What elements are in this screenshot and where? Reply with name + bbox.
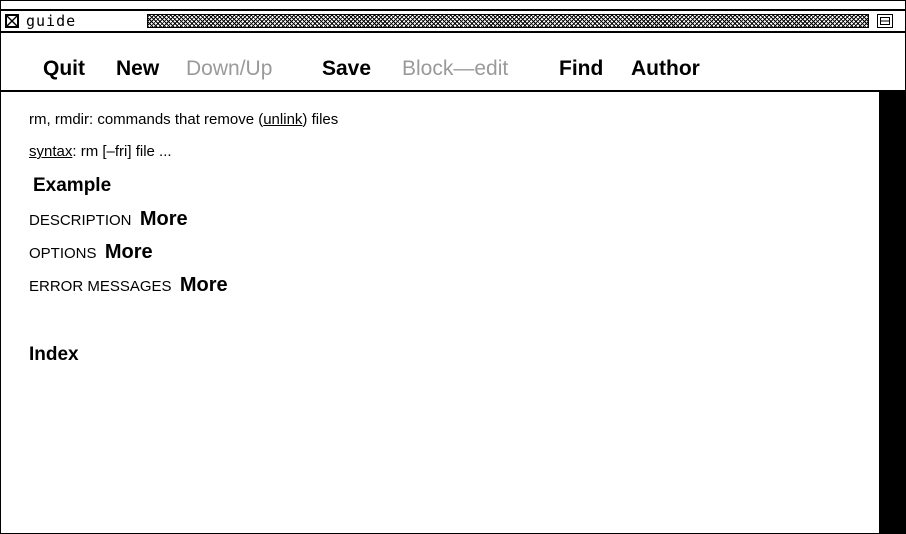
options-section: OPTIONS More xyxy=(29,241,153,263)
scrollbar[interactable] xyxy=(879,92,905,533)
index-button[interactable]: Index xyxy=(29,344,79,366)
topic-summary-suffix: ) files xyxy=(302,111,339,128)
topic-summary: rm, rmdir: commands that remove (unlink)… xyxy=(29,111,338,129)
guide-content: rm, rmdir: commands that remove (unlink)… xyxy=(1,92,879,533)
save-button[interactable]: Save xyxy=(322,57,371,81)
options-more-button[interactable]: More xyxy=(105,241,153,263)
unlink-link[interactable]: unlink xyxy=(263,111,302,128)
guide-window: guide Quit New Down/Up Save Block—edit F… xyxy=(0,0,906,534)
error-messages-section: ERROR MESSAGES More xyxy=(29,274,228,296)
down-up-button[interactable]: Down/Up xyxy=(186,57,272,81)
error-messages-label: ERROR MESSAGES xyxy=(29,278,172,295)
title-bar[interactable]: guide xyxy=(1,9,905,33)
description-more-button[interactable]: More xyxy=(140,208,188,230)
resize-icon[interactable] xyxy=(877,14,893,28)
syntax-line: syntax: rm [–fri] file ... xyxy=(29,143,172,161)
description-section: DESCRIPTION More xyxy=(29,208,188,230)
syntax-link[interactable]: syntax xyxy=(29,143,72,160)
topic-summary-prefix: rm, rmdir: commands that remove ( xyxy=(29,111,264,128)
title-bar-pattern xyxy=(147,14,869,28)
example-button[interactable]: Example xyxy=(33,175,111,197)
author-button[interactable]: Author xyxy=(631,57,700,81)
description-label: DESCRIPTION xyxy=(29,212,132,229)
close-icon[interactable] xyxy=(5,14,19,28)
find-button[interactable]: Find xyxy=(559,57,603,81)
syntax-text: : rm [–fri] file ... xyxy=(72,143,172,160)
options-label: OPTIONS xyxy=(29,245,97,262)
quit-button[interactable]: Quit xyxy=(43,57,85,81)
error-messages-more-button[interactable]: More xyxy=(180,274,228,296)
window-title: guide xyxy=(26,12,77,30)
block-edit-button[interactable]: Block—edit xyxy=(402,57,508,81)
new-button[interactable]: New xyxy=(116,57,159,81)
menu-bar: Quit New Down/Up Save Block—edit Find Au… xyxy=(1,33,905,92)
